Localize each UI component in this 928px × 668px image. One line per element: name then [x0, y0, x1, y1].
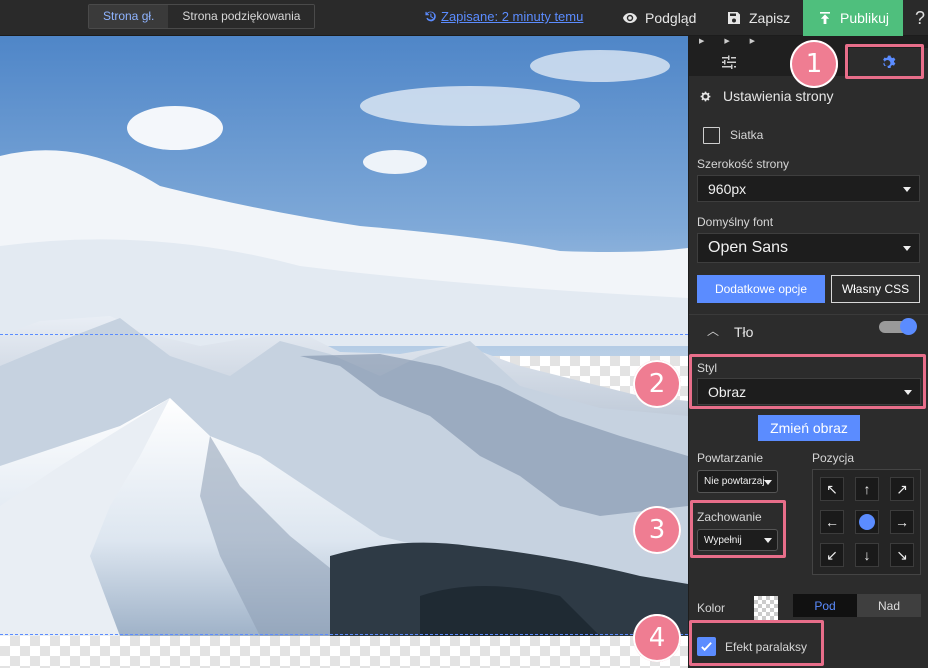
save-button[interactable]: Zapisz [726, 0, 790, 36]
guide-line-top [0, 334, 688, 335]
repeat-label: Powtarzanie [697, 451, 764, 465]
background-toggle[interactable] [879, 318, 917, 335]
more-options-button[interactable]: Dodatkowe opcje [697, 275, 825, 303]
section-divider [689, 314, 928, 315]
callout-badge-2: 2 [633, 360, 681, 408]
panel-title: Ustawienia strony [699, 88, 834, 104]
selected-dot-icon [859, 514, 875, 530]
help-button[interactable]: ? [912, 0, 928, 36]
preview-button[interactable]: Podgląd [622, 0, 696, 36]
grid-label: Siatka [730, 128, 764, 142]
callout-badge-3: 3 [633, 506, 681, 554]
repeat-value: Nie powtarzaj [704, 476, 765, 487]
guide-line-bottom [0, 634, 688, 635]
position-top-right[interactable]: ↗ [890, 477, 914, 501]
chevron-down-icon [903, 246, 911, 251]
saved-status-link[interactable]: Zapisane: 2 minuty temu [424, 9, 583, 24]
position-grid: ↖ ↑ ↗ ← → ↙ ↓ ↘ [812, 469, 921, 575]
layer-over-button[interactable]: Nad [857, 594, 921, 617]
publish-button[interactable]: Publikuj [803, 0, 903, 36]
highlight-parallax [689, 620, 824, 666]
custom-css-button[interactable]: Własny CSS [831, 275, 920, 303]
grid-checkbox[interactable] [703, 127, 720, 144]
layer-under-button[interactable]: Pod [793, 594, 857, 617]
position-top[interactable]: ↑ [855, 477, 879, 501]
upload-icon [819, 12, 830, 24]
position-top-left[interactable]: ↖ [820, 477, 844, 501]
tab-thank-you[interactable]: Strona podziękowania [168, 5, 315, 28]
panel-arrows: ▶ ▶ ▶ [699, 38, 765, 45]
chevron-down-icon [764, 479, 772, 485]
position-bottom[interactable]: ↓ [855, 543, 879, 567]
page-width-select[interactable]: 960px [697, 175, 920, 202]
saved-status-text: Zapisane: 2 minuty temu [441, 9, 584, 24]
default-font-select[interactable]: Open Sans [697, 233, 920, 263]
position-center[interactable] [855, 510, 879, 534]
settings-gear-icon [700, 91, 711, 101]
panel-title-text: Ustawienia strony [723, 88, 834, 104]
settings-panel: ▶ ▶ ▶ Ustawienia strony Siatka Szerokość… [688, 36, 928, 668]
page-canvas[interactable] [0, 36, 688, 668]
callout-badge-1: 1 [790, 40, 838, 88]
chevron-down-icon [903, 186, 911, 192]
repeat-select[interactable]: Nie powtarzaj [697, 470, 778, 493]
chevron-up-icon[interactable]: ︿ [707, 322, 719, 339]
position-bottom-left[interactable]: ↙ [820, 543, 844, 567]
tab-properties[interactable] [689, 48, 769, 76]
position-label: Pozycja [812, 451, 855, 465]
highlight-settings-tab [845, 44, 924, 79]
history-icon [425, 11, 436, 22]
highlight-behavior [690, 500, 786, 558]
page-width-label: Szerokość strony [697, 157, 790, 171]
page-tabs: Strona gł. Strona podziękowania [88, 4, 316, 29]
position-left[interactable]: ← [820, 510, 844, 534]
color-swatch[interactable] [754, 596, 778, 620]
eye-icon [623, 13, 637, 23]
default-font-label: Domyślny font [697, 215, 774, 229]
tab-home[interactable]: Strona gł. [89, 5, 169, 28]
change-image-button[interactable]: Zmień obraz [758, 415, 860, 441]
color-label: Kolor [697, 601, 726, 615]
position-bottom-right[interactable]: ↘ [890, 543, 914, 567]
top-toolbar: Strona gł. Strona podziękowania Zapisane… [0, 0, 928, 36]
mountain-background-image [0, 36, 688, 636]
sliders-icon [722, 55, 736, 69]
background-section-label: Tło [734, 324, 754, 340]
toggle-knob [900, 318, 917, 335]
position-right[interactable]: → [890, 510, 914, 534]
default-font-value: Open Sans [708, 239, 789, 256]
floppy-icon [728, 12, 740, 24]
highlight-style [689, 354, 926, 409]
save-label: Zapisz [749, 10, 791, 26]
callout-badge-4: 4 [633, 614, 681, 662]
page-width-value: 960px [708, 180, 747, 197]
publish-label: Publikuj [839, 10, 890, 26]
preview-label: Podgląd [645, 10, 697, 26]
